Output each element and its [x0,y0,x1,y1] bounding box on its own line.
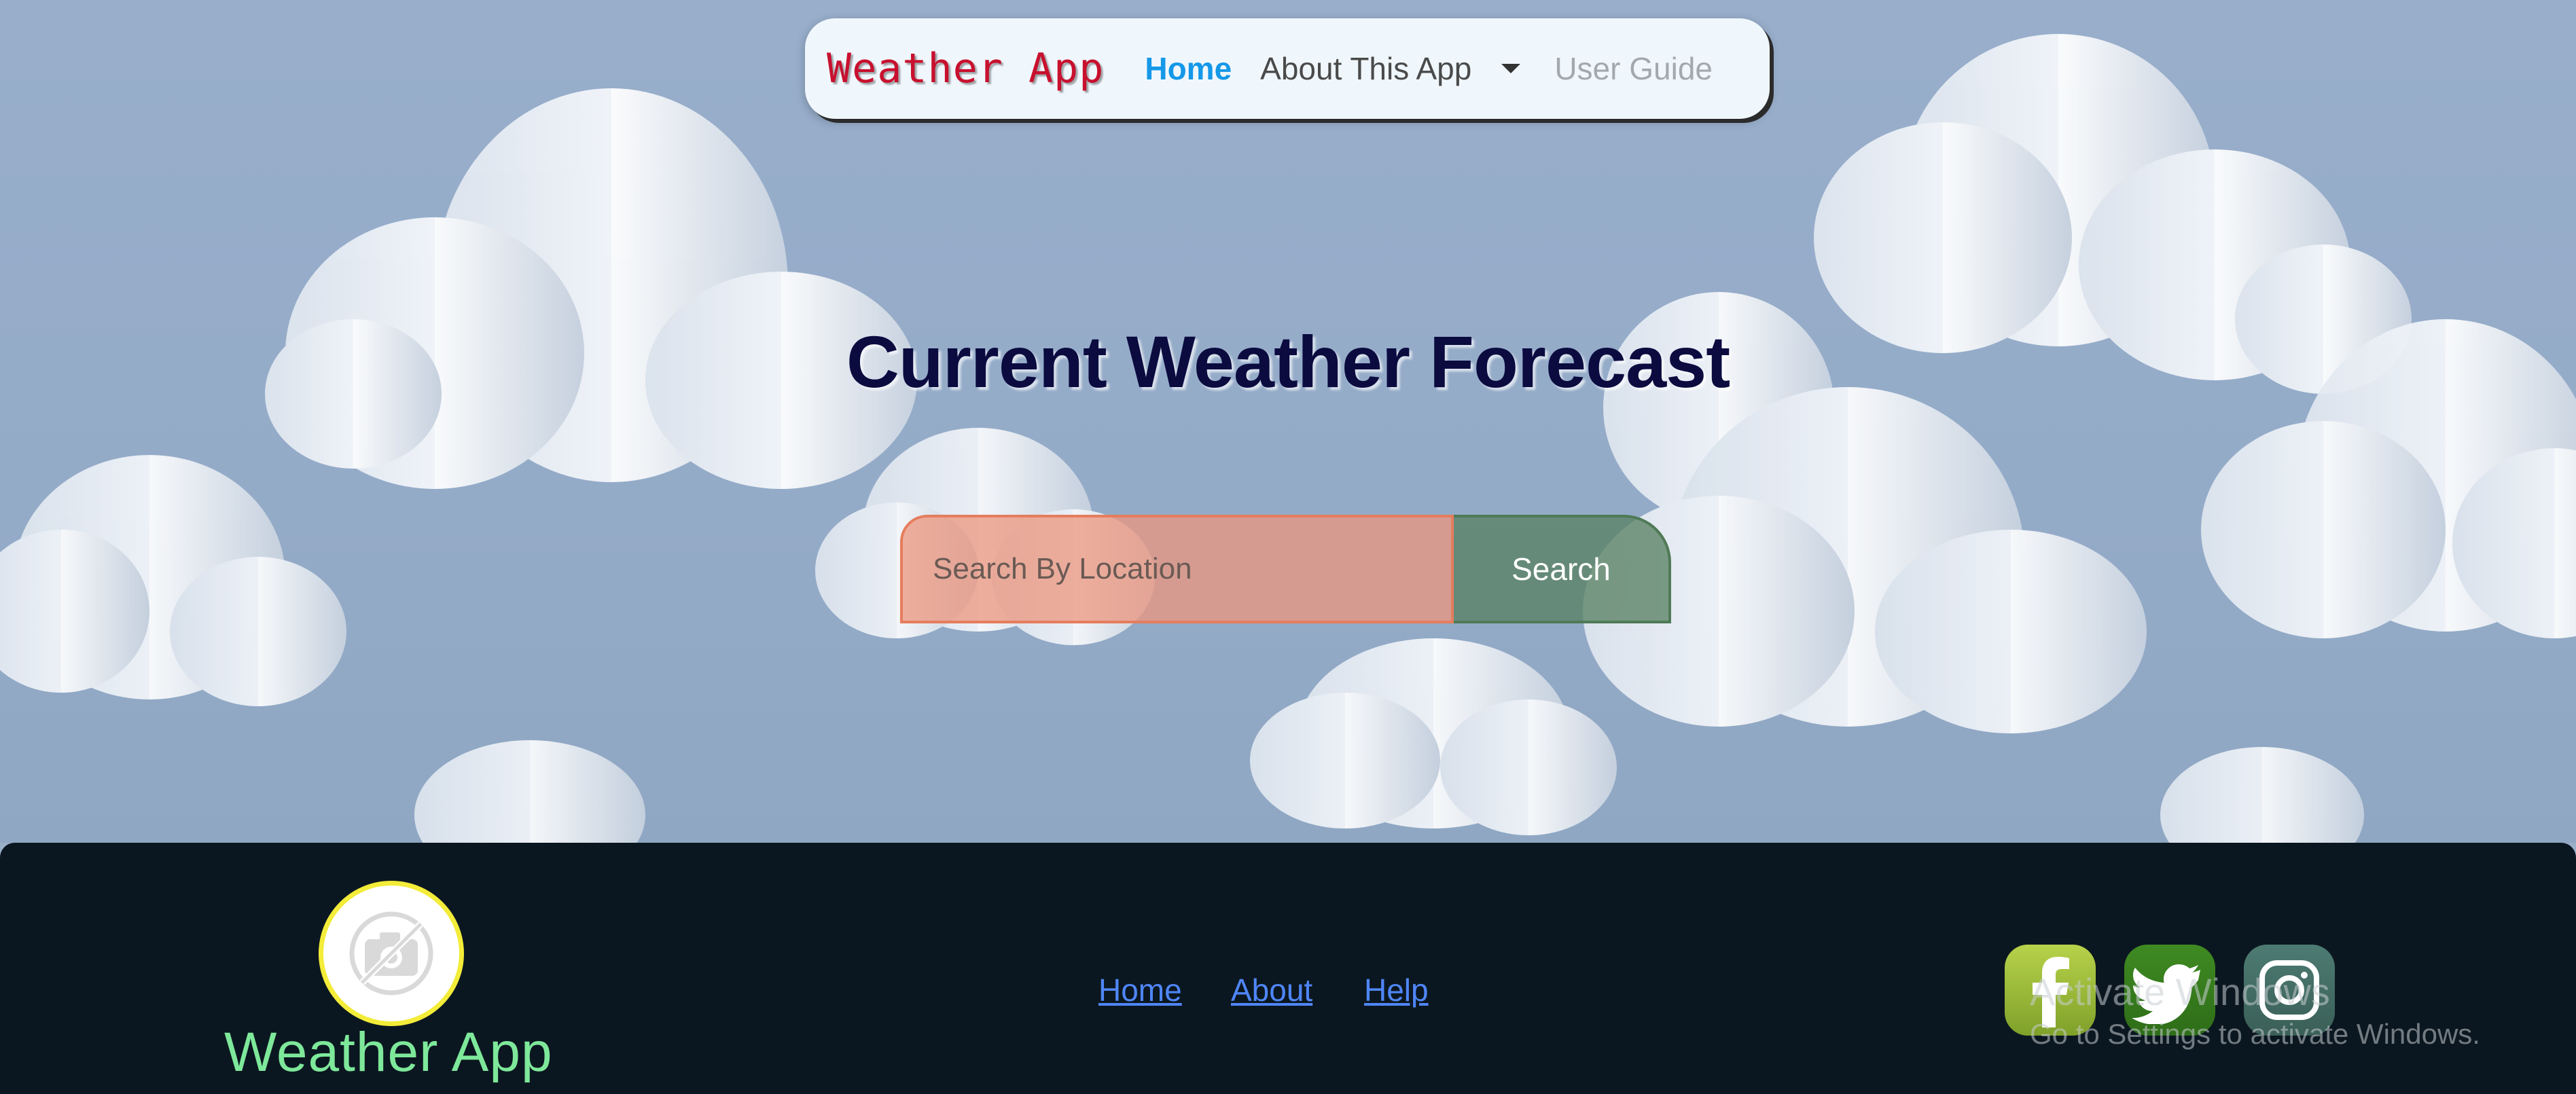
cloud-background [0,34,2576,843]
no-image-icon [349,911,433,996]
hero-section: Weather App Home About This App User Gui… [0,0,2576,843]
page-title: Current Weather Forecast [846,321,1730,403]
top-navbar: Weather App Home About This App User Gui… [805,18,1770,119]
watermark-title: Activate Windows [2030,970,2330,1013]
search-input[interactable] [900,515,1454,623]
nav-link-about[interactable]: About This App [1260,50,1471,87]
footer-logo [319,881,464,1026]
cloud-shape [1250,638,1617,835]
footer-brand: Weather App [224,1021,553,1083]
windows-activation-watermark: Activate Windows Go to Settings to activ… [2030,970,2480,1051]
dropdown-caret-icon[interactable] [1501,64,1521,73]
cloud-shape [414,740,645,843]
nav-link-user-guide[interactable]: User Guide [1554,50,1713,87]
cloud-shape [0,455,346,706]
footer-link-help[interactable]: Help [1364,972,1429,1008]
cloud-shape [2160,747,2364,843]
watermark-subtitle: Go to Settings to activate Windows. [2030,1018,2480,1050]
footer-link-about[interactable]: About [1231,972,1312,1008]
footer: Weather App Home About Help [0,843,2576,1094]
search-bar: Search [900,515,1671,623]
search-button[interactable]: Search [1454,515,1671,623]
navbar-brand[interactable]: Weather App [827,45,1104,92]
nav-link-home[interactable]: Home [1145,50,1232,87]
cloud-shape [265,88,917,489]
footer-link-home[interactable]: Home [1098,972,1182,1008]
